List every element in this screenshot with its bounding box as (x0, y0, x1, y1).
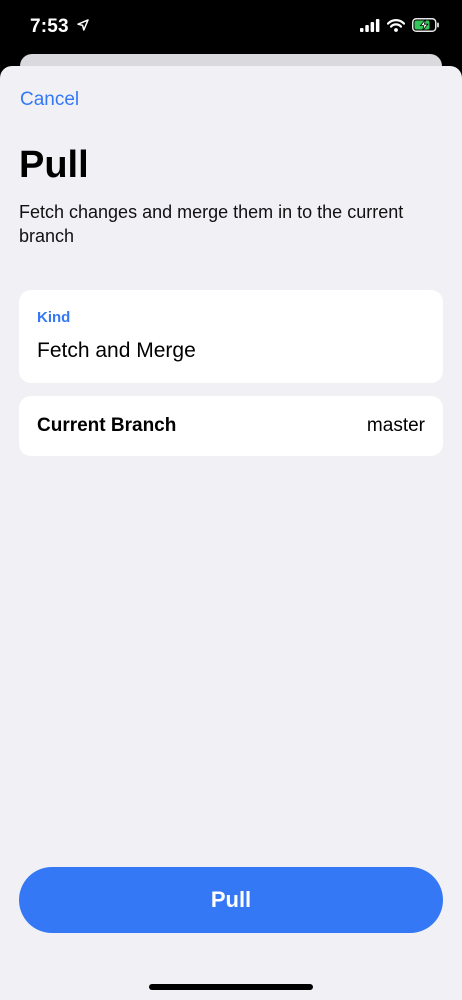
kind-value: Fetch and Merge (37, 339, 196, 362)
pull-button-label: Pull (210, 887, 252, 912)
status-bar: 7:53 (0, 0, 462, 56)
pull-button[interactable]: Pull (19, 867, 443, 933)
kind-picker[interactable]: Kind Fetch and Merge (19, 290, 443, 383)
cancel-button[interactable]: Cancel (20, 89, 79, 111)
page-subtitle: Fetch changes and merge them in to the c… (19, 202, 404, 246)
wifi-icon (387, 18, 405, 32)
battery-charging-icon (412, 18, 439, 32)
current-branch-label: Current Branch (37, 415, 177, 436)
page-title: Pull (19, 144, 89, 186)
cellular-signal-icon (360, 18, 380, 32)
status-time: 7:53 (30, 16, 90, 38)
status-icons (360, 18, 440, 32)
current-branch-value: master (366, 415, 425, 436)
home-indicator[interactable] (149, 984, 313, 990)
current-branch-row: Current Branch master (19, 396, 443, 456)
location-arrow-icon (77, 19, 90, 31)
kind-label: Kind (37, 309, 71, 326)
status-time-text: 7:53 (30, 16, 69, 37)
pull-sheet: Cancel Pull Fetch changes and merge them… (0, 66, 462, 1000)
